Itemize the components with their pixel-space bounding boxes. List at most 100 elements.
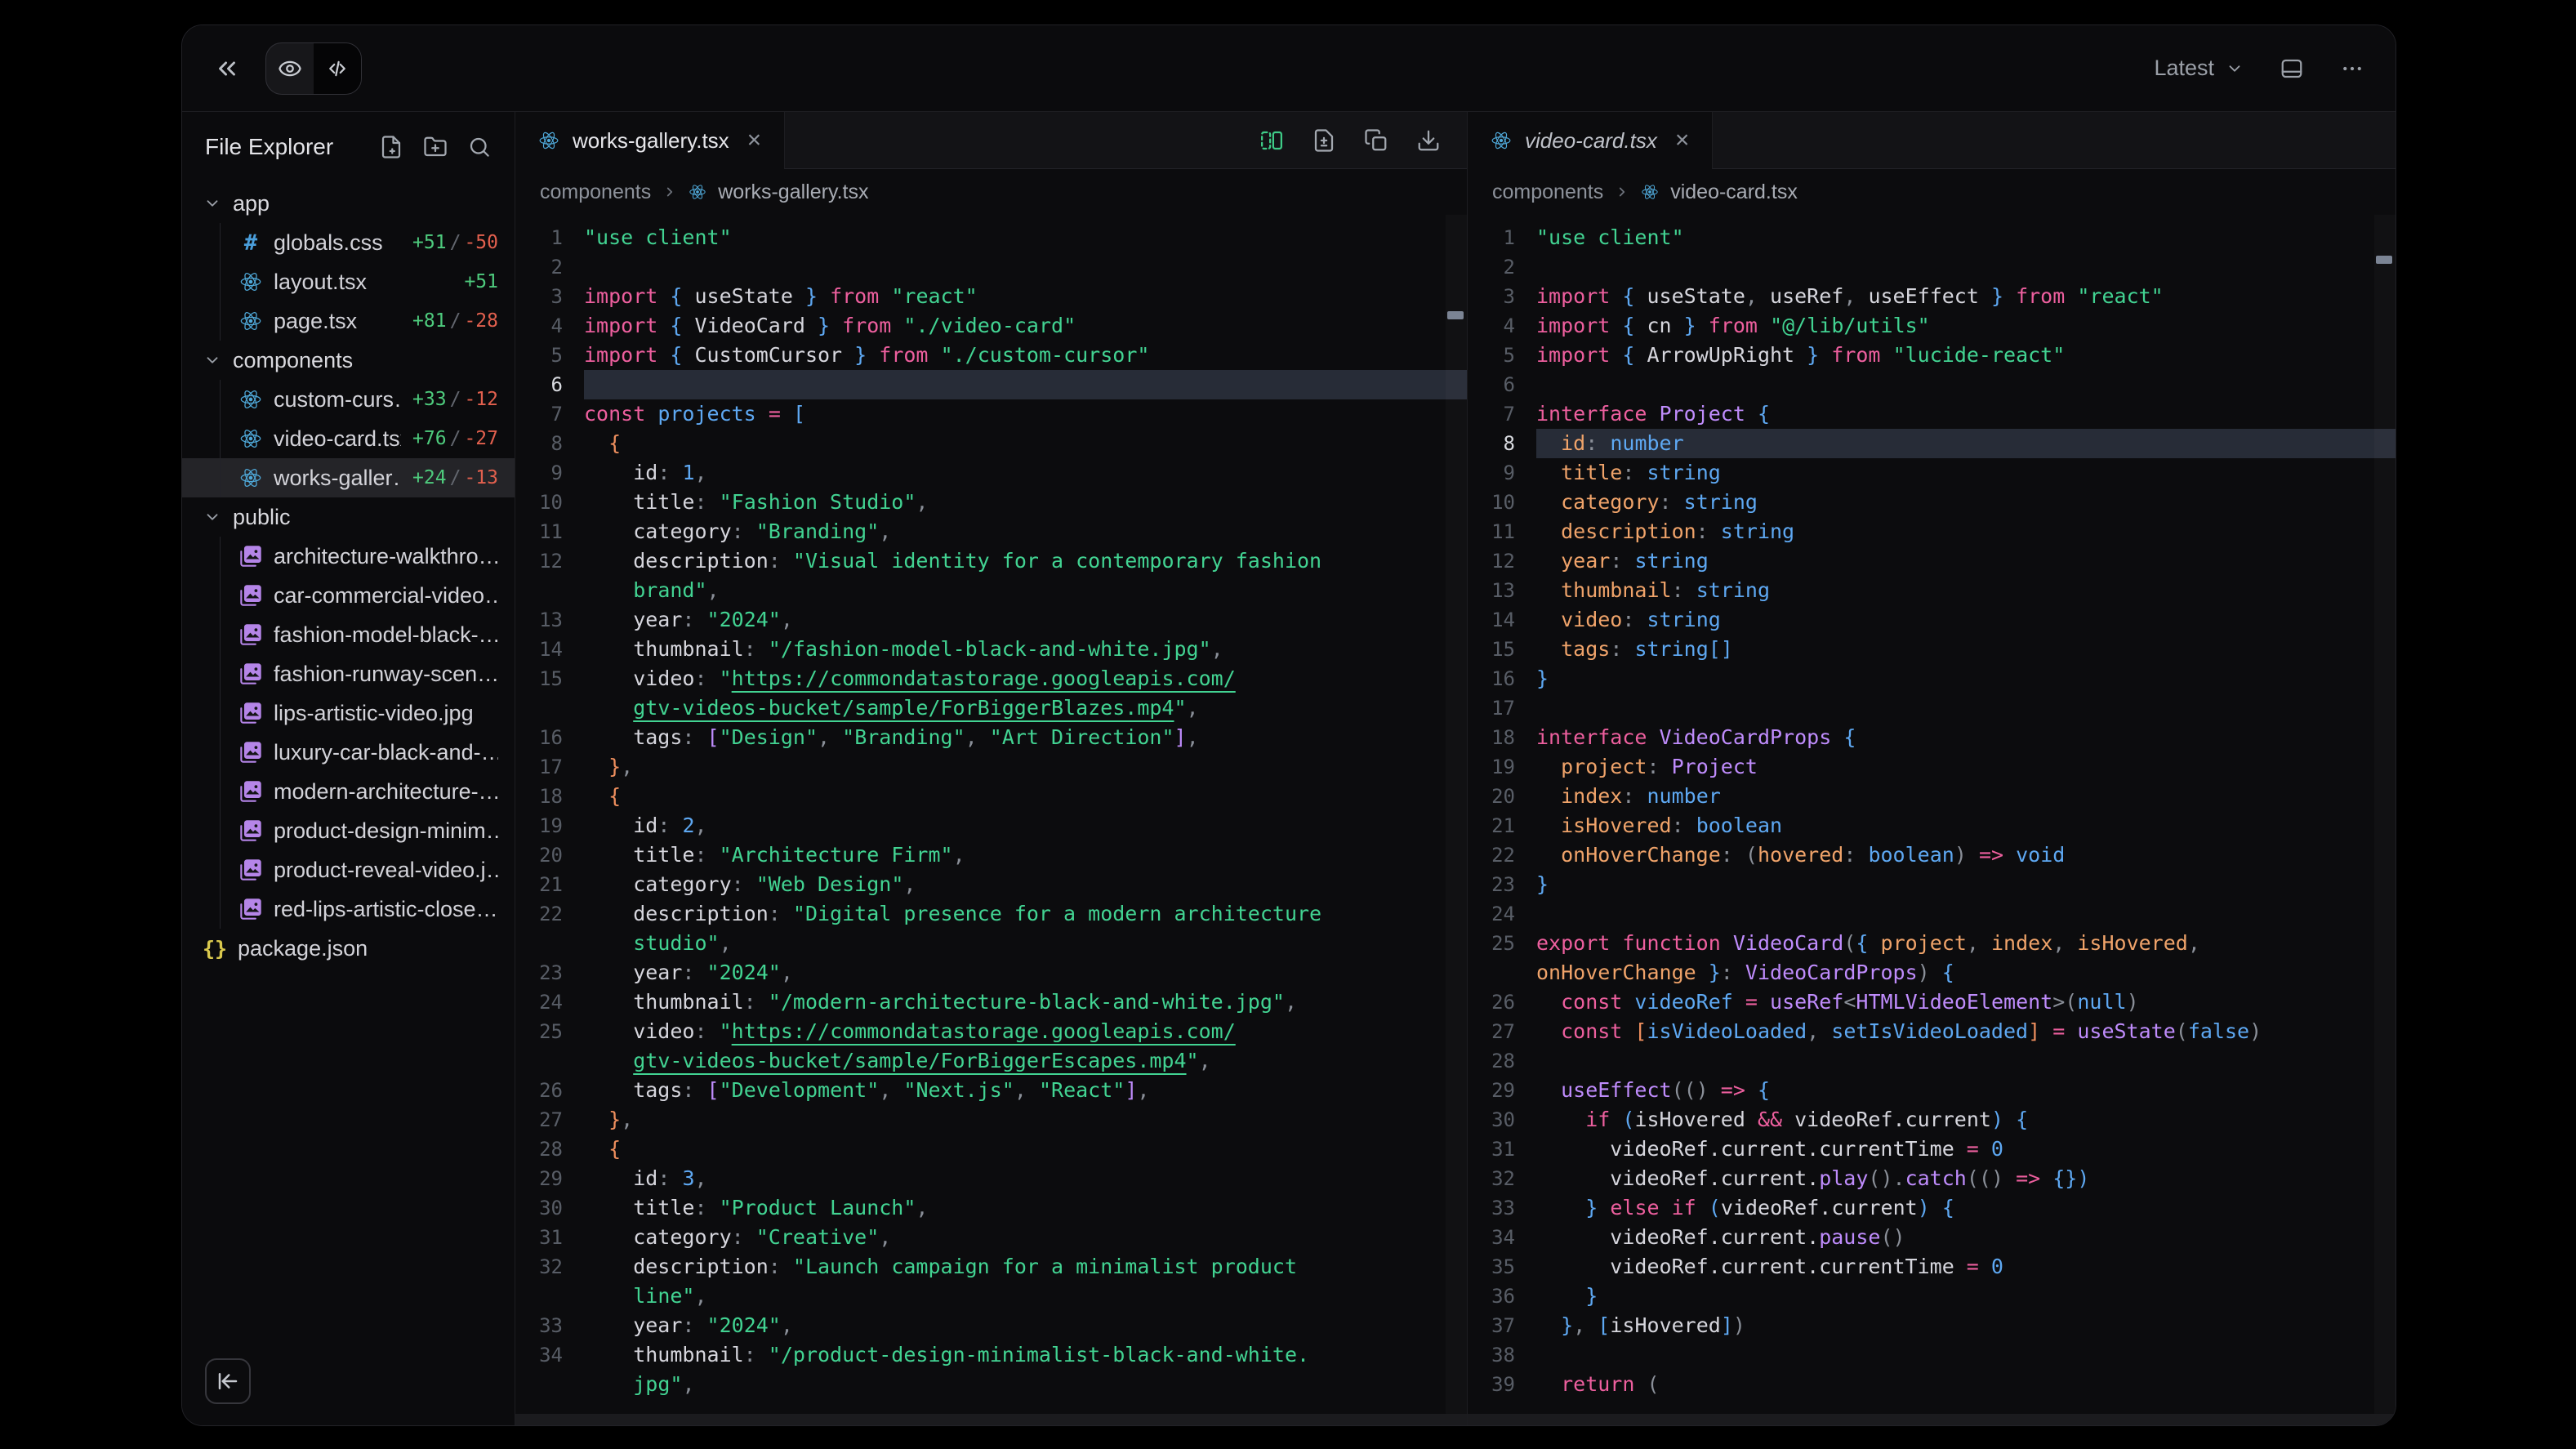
code-line[interactable]: 26 const videoRef = useRef<HTMLVideoElem…: [1468, 988, 2396, 1017]
file-tree-item[interactable]: custom-curs…+33/-12: [182, 380, 515, 419]
code-line[interactable]: 11 description: string: [1468, 517, 2396, 546]
code-line[interactable]: 10 title: "Fashion Studio",: [515, 488, 1467, 517]
code-line[interactable]: 29 useEffect(() => {: [1468, 1076, 2396, 1105]
code-line[interactable]: 13 thumbnail: string: [1468, 576, 2396, 605]
code-line[interactable]: 31 videoRef.current.currentTime = 0: [1468, 1135, 2396, 1164]
code-line[interactable]: 34 thumbnail: "/product-design-minimalis…: [515, 1340, 1467, 1370]
code-line[interactable]: onHoverChange }: VideoCardProps) {: [1468, 958, 2396, 988]
file-tree-item[interactable]: works-galler…+24/-13: [182, 458, 515, 497]
code-line[interactable]: 29 id: 3,: [515, 1164, 1467, 1193]
close-icon[interactable]: ×: [747, 128, 762, 153]
scrollbar-track[interactable]: [2374, 215, 2396, 1414]
code-line[interactable]: 25 video: "https://commondatastorage.goo…: [515, 1017, 1467, 1046]
code-line[interactable]: 23}: [1468, 870, 2396, 899]
code-line[interactable]: 5import { ArrowUpRight } from "lucide-re…: [1468, 341, 2396, 370]
version-selector[interactable]: Latest: [2154, 56, 2244, 81]
code-line[interactable]: 16}: [1468, 664, 2396, 693]
breadcrumb-file[interactable]: video-card.tsx: [1670, 181, 1798, 204]
code-line[interactable]: 5import { CustomCursor } from "./custom-…: [515, 341, 1467, 370]
code-line[interactable]: 14 video: string: [1468, 605, 2396, 635]
code-line[interactable]: 33 } else if (videoRef.current) {: [1468, 1193, 2396, 1223]
file-tree-item[interactable]: lips-artistic-video.jpg: [182, 693, 515, 733]
code-line[interactable]: gtv-videos-bucket/sample/ForBiggerBlazes…: [515, 693, 1467, 723]
file-tree-item[interactable]: page.tsx+81/-28: [182, 301, 515, 341]
horizontal-scrollbar[interactable]: [1468, 1414, 2396, 1425]
file-diff-icon[interactable]: [1312, 128, 1336, 153]
code-line[interactable]: 34 videoRef.current.pause(): [1468, 1223, 2396, 1252]
code-line[interactable]: 25export function VideoCard({ project, i…: [1468, 929, 2396, 958]
code-line[interactable]: 11 category: "Branding",: [515, 517, 1467, 546]
code-line[interactable]: 33 year: "2024",: [515, 1311, 1467, 1340]
code-line[interactable]: 31 category: "Creative",: [515, 1223, 1467, 1252]
tab-video-card[interactable]: video-card.tsx ×: [1468, 112, 1712, 169]
close-icon[interactable]: ×: [1675, 128, 1690, 153]
file-tree-item[interactable]: video-card.tsx+76/-27: [182, 419, 515, 458]
file-tree-item[interactable]: fashion-runway-scen…: [182, 654, 515, 693]
code-line[interactable]: 2: [515, 252, 1467, 282]
code-line[interactable]: 7interface Project {: [1468, 399, 2396, 429]
tab-works-gallery[interactable]: works-gallery.tsx ×: [515, 112, 784, 169]
code-line[interactable]: 8 id: number: [1468, 429, 2396, 458]
code-line[interactable]: 14 thumbnail: "/fashion-model-black-and-…: [515, 635, 1467, 664]
code-line[interactable]: 4import { cn } from "@/lib/utils": [1468, 311, 2396, 341]
code-line[interactable]: 37 }, [isHovered]): [1468, 1311, 2396, 1340]
code-line[interactable]: 10 category: string: [1468, 488, 2396, 517]
code-line[interactable]: 35 videoRef.current.currentTime = 0: [1468, 1252, 2396, 1282]
breadcrumb-folder[interactable]: components: [1492, 181, 1603, 204]
code-line[interactable]: 30 title: "Product Launch",: [515, 1193, 1467, 1223]
code-line[interactable]: 1"use client": [1468, 223, 2396, 252]
code-line[interactable]: 28: [1468, 1046, 2396, 1076]
more-options-icon[interactable]: [2340, 56, 2364, 81]
code-line[interactable]: 1"use client": [515, 223, 1467, 252]
horizontal-scrollbar[interactable]: [515, 1414, 1467, 1425]
breadcrumb-folder[interactable]: components: [540, 181, 651, 204]
code-line[interactable]: 12 description: "Visual identity for a c…: [515, 546, 1467, 576]
code-line[interactable]: 19 project: Project: [1468, 752, 2396, 782]
download-icon[interactable]: [1416, 128, 1441, 153]
panel-bottom-icon[interactable]: [2280, 56, 2304, 81]
code-line[interactable]: 19 id: 2,: [515, 811, 1467, 840]
file-tree-item[interactable]: luxury-car-black-and-…: [182, 733, 515, 772]
code-line[interactable]: jpg",: [515, 1370, 1467, 1399]
code-line[interactable]: 9 id: 1,: [515, 458, 1467, 488]
code-line[interactable]: 24: [1468, 899, 2396, 929]
new-folder-icon[interactable]: [423, 135, 448, 159]
code-line[interactable]: 6: [515, 370, 1467, 399]
file-tree-item[interactable]: #globals.css+51/-50: [182, 223, 515, 262]
breadcrumb-file[interactable]: works-gallery.tsx: [718, 181, 868, 204]
code-line[interactable]: 18interface VideoCardProps {: [1468, 723, 2396, 752]
code-line[interactable]: 17: [1468, 693, 2396, 723]
preview-toggle-button[interactable]: [266, 43, 314, 94]
code-line[interactable]: 6: [1468, 370, 2396, 399]
code-line[interactable]: 8 {: [515, 429, 1467, 458]
search-icon[interactable]: [467, 135, 492, 159]
code-line[interactable]: 4import { VideoCard } from "./video-card…: [515, 311, 1467, 341]
folder-item-app[interactable]: app: [182, 184, 515, 223]
file-tree-item[interactable]: fashion-model-black-…: [182, 615, 515, 654]
collapse-sidebar-icon[interactable]: [213, 55, 241, 82]
code-line[interactable]: 22 onHoverChange: (hovered: boolean) => …: [1468, 840, 2396, 870]
collapse-panel-button[interactable]: [205, 1358, 251, 1404]
code-line[interactable]: gtv-videos-bucket/sample/ForBiggerEscape…: [515, 1046, 1467, 1076]
file-tree-item[interactable]: modern-architecture-…: [182, 772, 515, 811]
file-tree-item[interactable]: {}package.json: [182, 929, 515, 968]
code-line[interactable]: line",: [515, 1282, 1467, 1311]
code-area-works-gallery[interactable]: 1"use client"23import { useState } from …: [515, 215, 1467, 1425]
code-line[interactable]: 23 year: "2024",: [515, 958, 1467, 988]
code-line[interactable]: 36 }: [1468, 1282, 2396, 1311]
code-line[interactable]: 16 tags: ["Design", "Branding", "Art Dir…: [515, 723, 1467, 752]
copy-icon[interactable]: [1364, 128, 1388, 153]
code-line[interactable]: 20 title: "Architecture Firm",: [515, 840, 1467, 870]
code-line[interactable]: 3import { useState, useRef, useEffect } …: [1468, 282, 2396, 311]
folder-item-public[interactable]: public: [182, 497, 515, 537]
code-line[interactable]: 38: [1468, 1340, 2396, 1370]
folder-item-components[interactable]: components: [182, 341, 515, 380]
code-line[interactable]: 20 index: number: [1468, 782, 2396, 811]
code-line[interactable]: 30 if (isHovered && videoRef.current) {: [1468, 1105, 2396, 1135]
code-area-video-card[interactable]: 1"use client"23import { useState, useRef…: [1468, 215, 2396, 1425]
code-line[interactable]: 9 title: string: [1468, 458, 2396, 488]
code-line[interactable]: 18 {: [515, 782, 1467, 811]
code-line[interactable]: 27 },: [515, 1105, 1467, 1135]
code-line[interactable]: 21 category: "Web Design",: [515, 870, 1467, 899]
code-line[interactable]: 15 tags: string[]: [1468, 635, 2396, 664]
